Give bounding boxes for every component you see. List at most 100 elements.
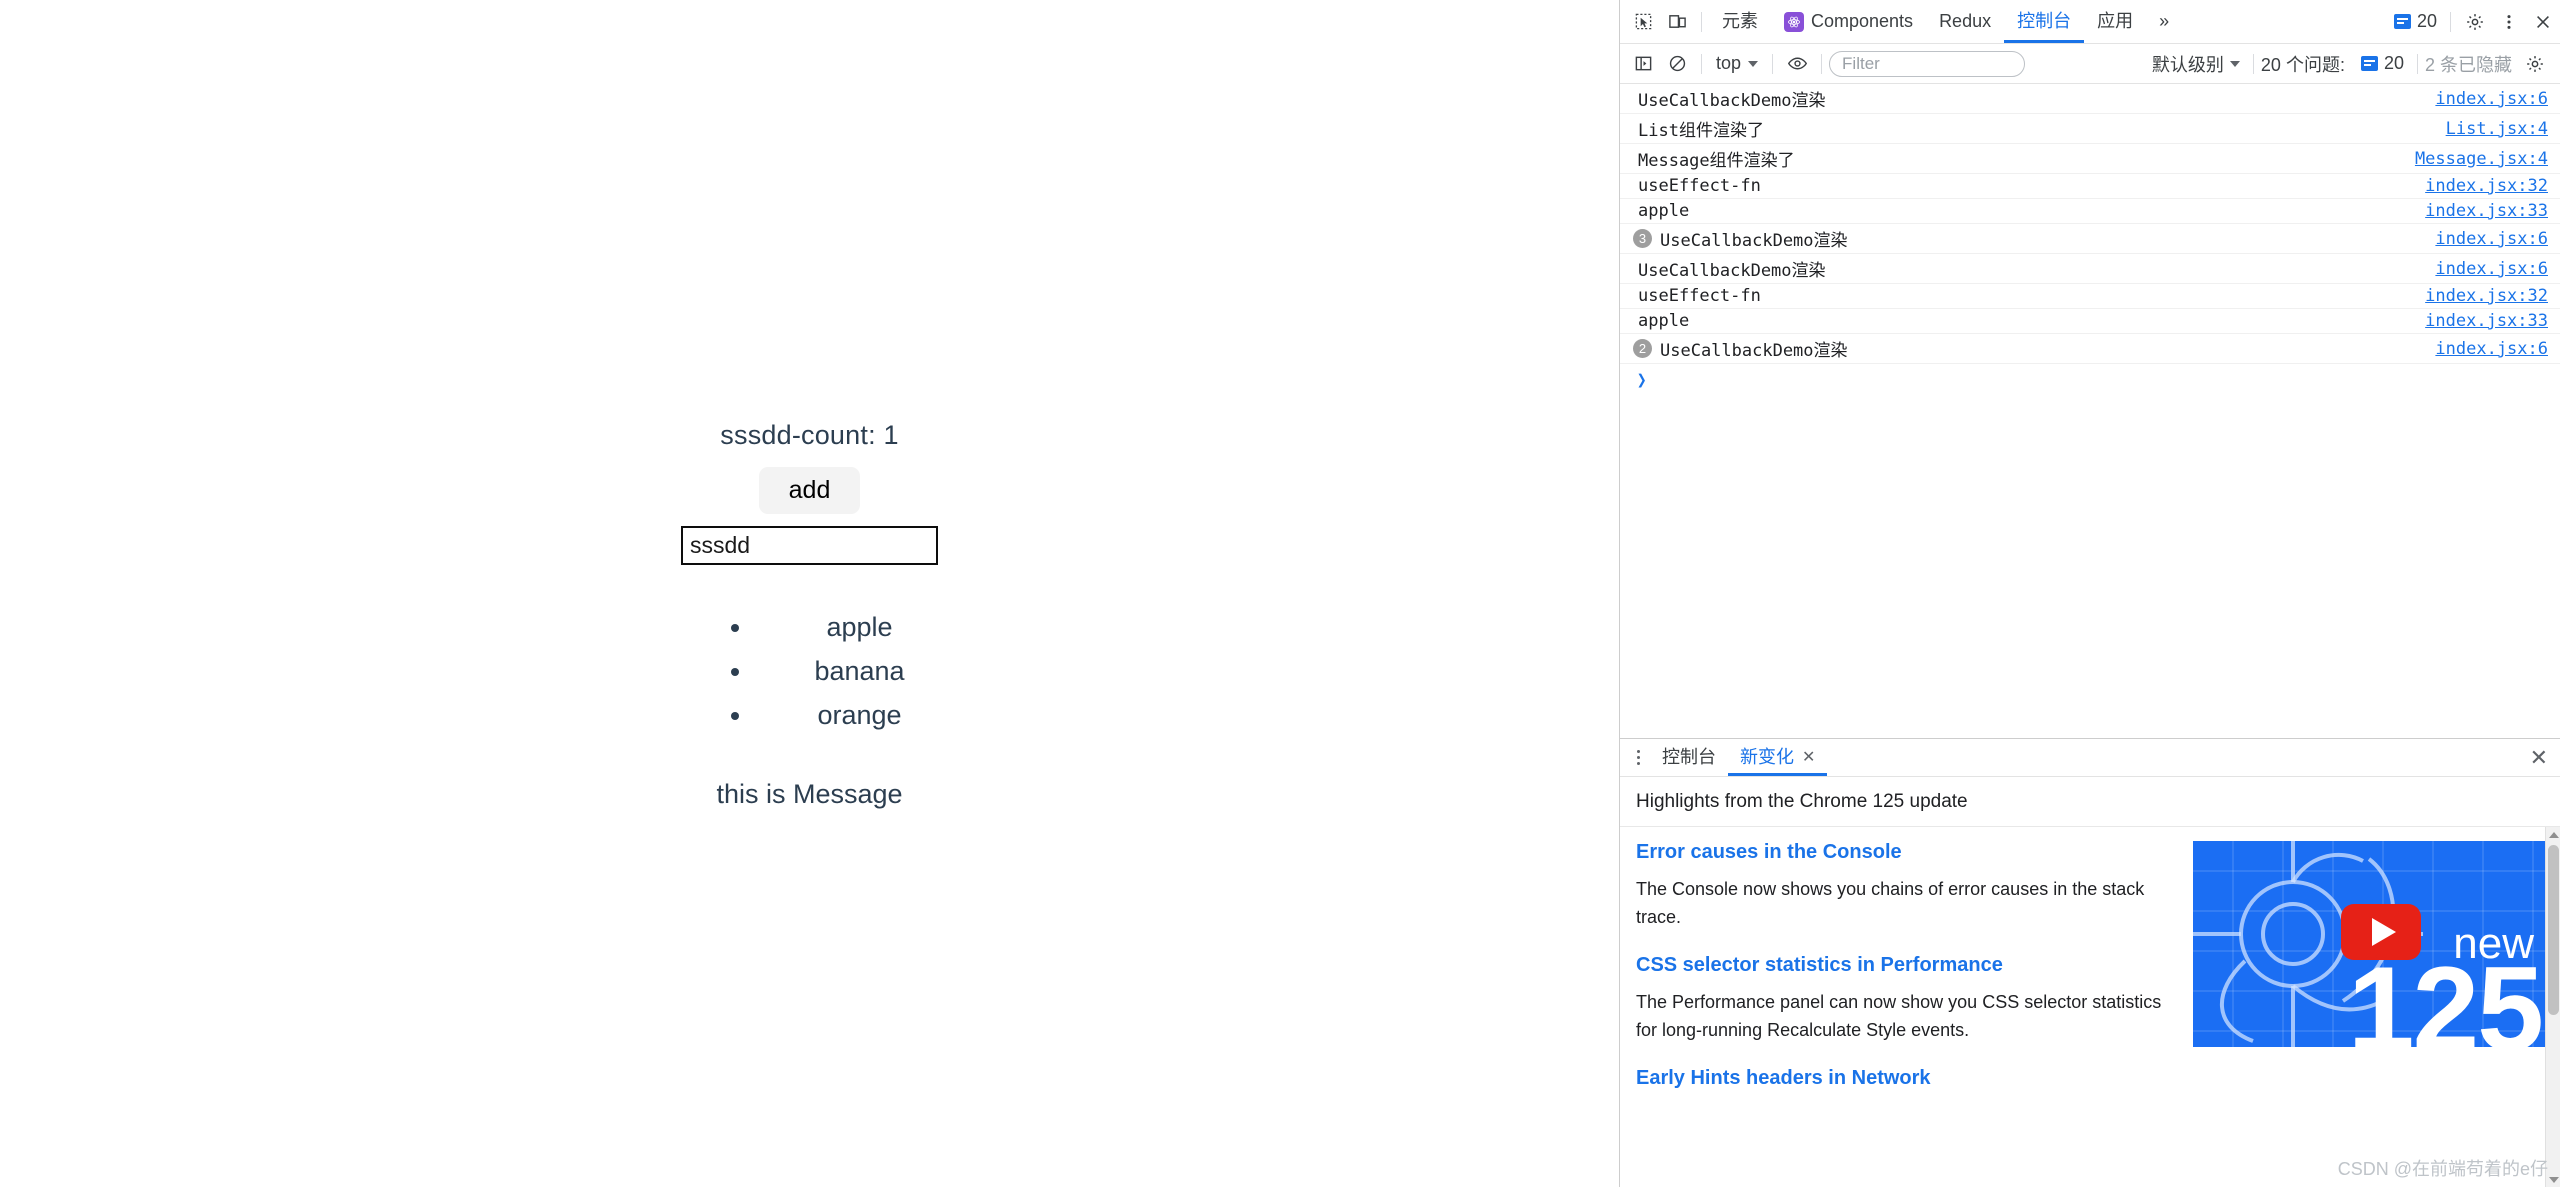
tab-components-label: Components: [1811, 11, 1914, 31]
console-filter-input[interactable]: [1829, 50, 2026, 77]
tab-components[interactable]: Components: [1771, 0, 1926, 43]
list-item: apple: [754, 605, 904, 649]
console-row[interactable]: UseCallbackDemo渲染 index.jsx:6: [1620, 254, 2560, 284]
log-level-select[interactable]: 默认级别: [2146, 48, 2246, 80]
console-sidebar-icon[interactable]: [1626, 47, 1660, 81]
console-source-link[interactable]: List.jsx:4: [2432, 119, 2548, 139]
device-toolbar-icon[interactable]: [1660, 5, 1694, 39]
kebab-menu-icon[interactable]: [1626, 744, 1650, 772]
console-source-link[interactable]: index.jsx:32: [2411, 286, 2548, 306]
react-logo-icon: [1784, 11, 1804, 32]
live-expression-icon[interactable]: [1780, 47, 1814, 81]
devtools-drawer: 控制台 新变化 ✕ ✕ Highlights from the Chrome 1…: [1620, 738, 2560, 1187]
console-message: UseCallbackDemo渲染: [1638, 261, 1826, 281]
add-button-row: add: [0, 467, 1619, 514]
drawer-tab-console-label: 控制台: [1662, 747, 1716, 767]
close-icon[interactable]: [2526, 5, 2560, 39]
message-icon: [2393, 14, 2411, 29]
whatsnew-scrollbar[interactable]: [2545, 827, 2560, 1187]
issues-count-label: 20: [2416, 11, 2437, 31]
log-level-label: 默认级别: [2151, 54, 2224, 75]
console-row-left: Message组件渲染了: [1638, 146, 1795, 171]
whatsnew-paragraph: The Console now shows you chains of erro…: [1636, 879, 2145, 927]
scrollbar-thumb[interactable]: [2548, 845, 2559, 1015]
console-row[interactable]: apple index.jsx:33: [1620, 199, 2560, 224]
text-input[interactable]: [681, 525, 938, 565]
drawer-tab-whatsnew[interactable]: 新变化 ✕: [1728, 739, 1827, 776]
tab-redux[interactable]: Redux: [1926, 0, 2004, 43]
filterbar-divider: [2252, 53, 2254, 74]
console-row-left: UseCallbackDemo渲染: [1660, 336, 1848, 361]
inspect-element-icon[interactable]: [1626, 5, 1660, 39]
gear-icon[interactable]: [2458, 5, 2492, 39]
whatsnew-headline: Highlights from the Chrome 125 update: [1620, 777, 2560, 827]
more-tabs-icon[interactable]: »: [2146, 0, 2182, 43]
tab-redux-label: Redux: [1939, 11, 1992, 31]
execution-context-select[interactable]: top: [1709, 50, 1765, 77]
filterbar-divider: [2416, 53, 2418, 74]
console-row[interactable]: Message组件渲染了 Message.jsx:4: [1620, 144, 2560, 174]
console-message: UseCallbackDemo渲染: [1660, 231, 1848, 251]
kebab-menu-icon[interactable]: [2492, 5, 2526, 39]
tab-elements-label: 元素: [1722, 11, 1758, 31]
demo-app: sssdd-count: 1 add apple banana orange t…: [0, 420, 1619, 810]
hidden-messages-label[interactable]: 2 条已隐藏: [2425, 51, 2512, 77]
console-input-prompt[interactable]: ❯: [1620, 364, 2560, 396]
drawer-tabbar: 控制台 新变化 ✕ ✕: [1620, 739, 2560, 777]
console-source-link[interactable]: index.jsx:33: [2411, 311, 2548, 331]
console-filterbar: top 默认级别 20 个问题: 20: [1620, 44, 2560, 84]
console-row[interactable]: useEffect-fn index.jsx:32: [1620, 174, 2560, 199]
issues-badge-count: 20: [2383, 53, 2404, 73]
console-source-link[interactable]: Message.jsx:4: [2401, 149, 2548, 169]
console-source-link[interactable]: index.jsx:33: [2411, 201, 2548, 221]
console-source-link[interactable]: index.jsx:6: [2421, 259, 2548, 279]
scroll-up-icon[interactable]: [2546, 827, 2560, 842]
scroll-down-icon[interactable]: [2546, 1172, 2560, 1187]
chevron-down-icon: [2229, 60, 2240, 67]
gear-icon[interactable]: [2518, 47, 2552, 81]
message-text: this is Message: [716, 778, 903, 809]
console-message: Message组件渲染了: [1638, 151, 1795, 171]
drawer-close-icon[interactable]: ✕: [2526, 746, 2552, 769]
toolbar-divider: [1701, 11, 1702, 32]
tab-application[interactable]: 应用: [2084, 0, 2146, 43]
console-source-link[interactable]: index.jsx:32: [2411, 176, 2548, 196]
tab-elements[interactable]: 元素: [1709, 0, 1771, 43]
console-source-link[interactable]: index.jsx:6: [2421, 229, 2548, 249]
issues-counter[interactable]: 20: [2388, 11, 2443, 32]
prompt-caret-icon: ❯: [1636, 369, 1647, 391]
browser-viewport: sssdd-count: 1 add apple banana orange t…: [0, 0, 1619, 1187]
console-row[interactable]: apple index.jsx:33: [1620, 309, 2560, 334]
console-row[interactable]: useEffect-fn index.jsx:32: [1620, 284, 2560, 309]
console-row-left: UseCallbackDemo渲染: [1660, 226, 1848, 251]
console-row[interactable]: List组件渲染了 List.jsx:4: [1620, 114, 2560, 144]
whatsnew-video-thumbnail[interactable]: new 125: [2193, 841, 2548, 1047]
toolbar-divider: [2450, 11, 2451, 32]
console-source-link[interactable]: index.jsx:6: [2421, 89, 2548, 109]
console-row[interactable]: 3 UseCallbackDemo渲染 index.jsx:6: [1620, 224, 2560, 254]
tab-console[interactable]: 控制台: [2004, 0, 2084, 43]
console-log-list[interactable]: UseCallbackDemo渲染 index.jsx:6 List组件渲染了 …: [1620, 84, 2560, 738]
close-icon[interactable]: ✕: [1802, 749, 1815, 766]
whatsnew-heading[interactable]: CSS selector statistics in Performance: [1636, 954, 2175, 977]
add-button[interactable]: add: [758, 467, 861, 514]
tab-application-label: 应用: [2097, 11, 2134, 31]
whatsnew-heading[interactable]: Error causes in the Console: [1636, 841, 2175, 864]
execution-context-value: top: [1716, 53, 1742, 73]
console-row[interactable]: UseCallbackDemo渲染 index.jsx:6: [1620, 84, 2560, 114]
console-row-left: UseCallbackDemo渲染: [1638, 256, 1826, 281]
console-source-link[interactable]: index.jsx:6: [2421, 339, 2548, 359]
whatsnew-body: Error causes in the Console The Console …: [1620, 827, 2560, 1187]
list-item: orange: [754, 693, 904, 737]
whatsnew-heading[interactable]: Early Hints headers in Network: [1636, 1067, 2175, 1090]
issues-badge[interactable]: 20: [2355, 53, 2410, 74]
clear-console-icon[interactable]: [1660, 47, 1694, 81]
message-icon: [2360, 56, 2378, 71]
console-message: UseCallbackDemo渲染: [1638, 91, 1826, 111]
console-row[interactable]: 2 UseCallbackDemo渲染 index.jsx:6: [1620, 334, 2560, 364]
issues-text: 20 个问题:: [2260, 54, 2345, 75]
drawer-tab-console[interactable]: 控制台: [1650, 739, 1728, 776]
console-row-left: List组件渲染了: [1638, 116, 1764, 141]
filterbar-divider: [1772, 53, 1774, 74]
chevron-down-icon: [1748, 60, 1759, 67]
